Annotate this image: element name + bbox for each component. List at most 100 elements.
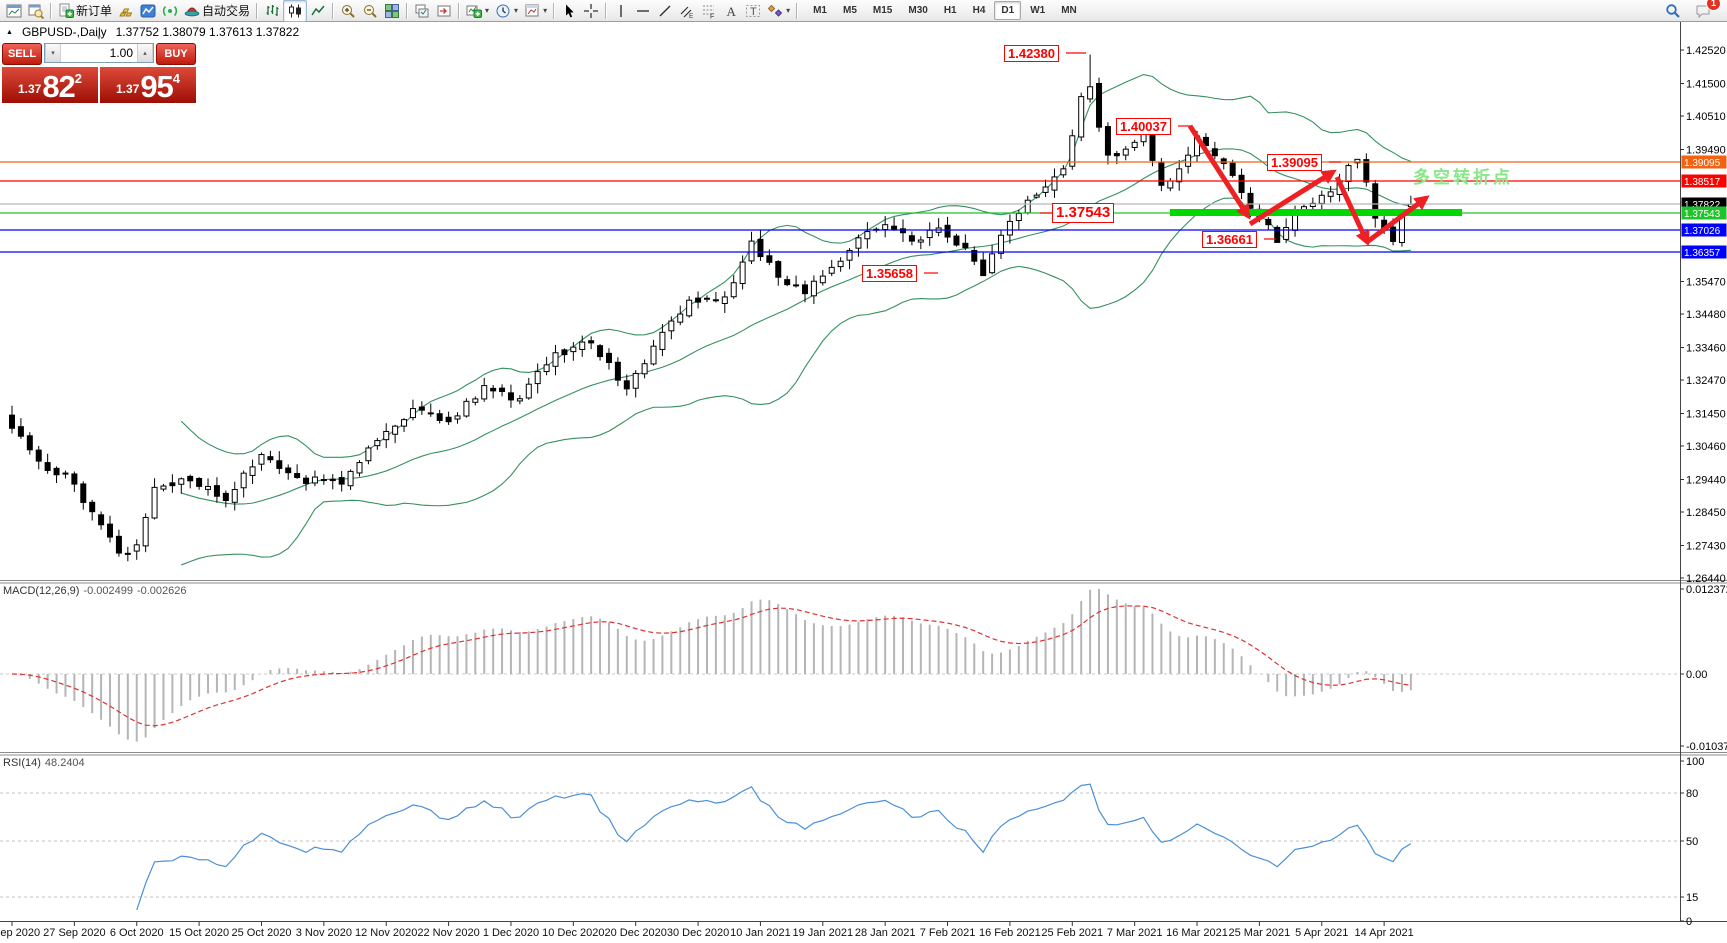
toolbar: 新订单自动交易▾▾▾EFAT▾M1M5M15M30H1H4D1W1MN1 — [0, 0, 1727, 22]
price-callout-1.35658[interactable]: 1.35658 — [862, 265, 917, 282]
fibonacci-icon[interactable]: F — [698, 1, 720, 21]
buy-button[interactable]: BUY — [156, 43, 196, 65]
hline-icon[interactable] — [632, 1, 654, 21]
gold-icon[interactable] — [115, 1, 137, 21]
clock-icon[interactable]: ▾ — [492, 1, 521, 21]
clock-icon — [495, 3, 511, 19]
crosshair-icon[interactable] — [580, 1, 602, 21]
svg-text:1.39490: 1.39490 — [1686, 144, 1726, 156]
chart-blue-icon[interactable] — [137, 1, 159, 21]
trade-panel-collapse[interactable]: ▾ — [2, 34, 196, 43]
chart-window-icon[interactable] — [3, 1, 25, 21]
volume-input[interactable] — [61, 44, 137, 62]
svg-text:F: F — [710, 13, 714, 19]
svg-text:27 Sep 2020: 27 Sep 2020 — [43, 927, 105, 939]
sell-button[interactable]: SELL — [2, 43, 42, 65]
svg-text:1.30460: 1.30460 — [1686, 441, 1726, 453]
cursor-icon[interactable] — [558, 1, 580, 21]
candles-chart-icon[interactable] — [283, 0, 307, 22]
sell-price-pip: 2 — [75, 71, 82, 86]
toolbar-divider — [332, 3, 334, 19]
bars-chart-icon[interactable] — [261, 1, 283, 21]
sell-price-display[interactable]: 1.37 82 2 — [2, 67, 98, 103]
svg-text:80: 80 — [1686, 788, 1698, 800]
svg-text:1.42520: 1.42520 — [1686, 45, 1726, 57]
vline-icon[interactable] — [610, 1, 632, 21]
svg-text:0: 0 — [1686, 916, 1692, 928]
track-icon[interactable] — [433, 1, 455, 21]
trendline-icon[interactable] — [654, 1, 676, 21]
svg-text:50: 50 — [1686, 836, 1698, 848]
cursor-icon — [561, 3, 577, 19]
price-callout-1.40037[interactable]: 1.40037 — [1116, 118, 1171, 135]
volume-decrement-button[interactable]: ▾ — [45, 44, 61, 62]
chevron-down-icon: ▾ — [485, 6, 489, 15]
svg-text:5 Apr 2021: 5 Apr 2021 — [1295, 927, 1348, 939]
zoom-in-icon[interactable] — [337, 1, 359, 21]
buy-price-display[interactable]: 1.37 95 4 — [100, 67, 196, 103]
rsi-indicator-label: RSI(14)48.2404 — [3, 757, 89, 769]
text-label-icon[interactable]: T — [742, 1, 764, 21]
toolbar-divider — [458, 3, 460, 19]
timeframe-H4[interactable]: H4 — [966, 1, 993, 20]
arrange-icon[interactable] — [411, 1, 433, 21]
svg-text:12 Nov 2020: 12 Nov 2020 — [355, 927, 417, 939]
data-window-icon[interactable] — [25, 1, 47, 21]
timeframe-MN[interactable]: MN — [1054, 1, 1084, 20]
svg-text:1.35470: 1.35470 — [1686, 276, 1726, 288]
signal-icon[interactable] — [159, 1, 181, 21]
rsi-name: RSI(14) — [3, 757, 41, 769]
svg-text:15: 15 — [1686, 892, 1698, 904]
buy-price-pip: 4 — [173, 71, 180, 86]
timeframe-M5[interactable]: M5 — [836, 1, 864, 20]
shapes-icon[interactable]: ▾ — [764, 1, 793, 21]
autotrade-button[interactable]: 自动交易 — [181, 1, 253, 21]
timeframe-D1[interactable]: D1 — [994, 1, 1021, 20]
support-bar-annotation[interactable] — [1170, 209, 1462, 216]
volume-increment-button[interactable]: ▴ — [137, 44, 153, 62]
sell-price-base: 1.37 — [18, 82, 41, 96]
pivot-text-annotation[interactable]: 多空转折点 — [1413, 163, 1513, 188]
timeframe-M1[interactable]: M1 — [806, 1, 834, 20]
zoom-in-icon — [340, 3, 356, 19]
toolbar-divider — [256, 3, 258, 19]
chart-canvas[interactable]: 1.390951.385171.378221.375431.370261.363… — [0, 0, 1727, 943]
text-label-icon: T — [745, 3, 761, 19]
svg-text:25 Mar 2021: 25 Mar 2021 — [1229, 927, 1291, 939]
text-a-icon[interactable]: A — [720, 1, 742, 21]
template-icon[interactable]: ▾ — [521, 1, 550, 21]
new-order-button[interactable]: 新订单 — [55, 1, 115, 21]
chevron-down-icon: ▾ — [543, 6, 547, 15]
channel-icon[interactable]: E — [676, 1, 698, 21]
svg-text:6 Oct 2020: 6 Oct 2020 — [110, 927, 164, 939]
svg-text:1.31450: 1.31450 — [1686, 408, 1726, 420]
search-icon[interactable] — [1662, 1, 1684, 21]
svg-text:1.27430: 1.27430 — [1686, 540, 1726, 552]
toolbar-divider — [553, 3, 555, 19]
price-callout-1.36661[interactable]: 1.36661 — [1202, 231, 1257, 248]
line-chart-icon[interactable] — [307, 1, 329, 21]
price-callout-1.37543[interactable]: 1.37543 — [1052, 203, 1114, 223]
svg-text:1.37543: 1.37543 — [1684, 209, 1721, 220]
chat-icon[interactable]: 1 — [1692, 1, 1714, 21]
volume-stepper: ▾ ▴ — [44, 43, 154, 63]
add-chart-icon[interactable]: ▾ — [463, 1, 492, 21]
price-callout-1.39095[interactable]: 1.39095 — [1267, 154, 1322, 171]
zoom-out-icon[interactable] — [359, 1, 381, 21]
price-callout-1.42380[interactable]: 1.42380 — [1004, 45, 1059, 62]
svg-text:28 Jan 2021: 28 Jan 2021 — [855, 927, 916, 939]
new-order-icon — [58, 3, 74, 19]
svg-text:30 Dec 2020: 30 Dec 2020 — [667, 927, 729, 939]
svg-text:25 Oct 2020: 25 Oct 2020 — [232, 927, 292, 939]
svg-text:1.34480: 1.34480 — [1686, 309, 1726, 321]
svg-text:1.37026: 1.37026 — [1684, 226, 1721, 237]
timeframe-M15[interactable]: M15 — [866, 1, 899, 20]
candles-chart-icon — [287, 3, 303, 19]
tile-windows-icon[interactable] — [381, 1, 403, 21]
svg-text:E: E — [689, 13, 694, 19]
track-icon — [436, 3, 452, 19]
timeframe-W1[interactable]: W1 — [1023, 1, 1052, 20]
timeframe-H1[interactable]: H1 — [937, 1, 964, 20]
toolbar-right-group: 1 — [1662, 1, 1724, 21]
timeframe-M30[interactable]: M30 — [901, 1, 934, 20]
